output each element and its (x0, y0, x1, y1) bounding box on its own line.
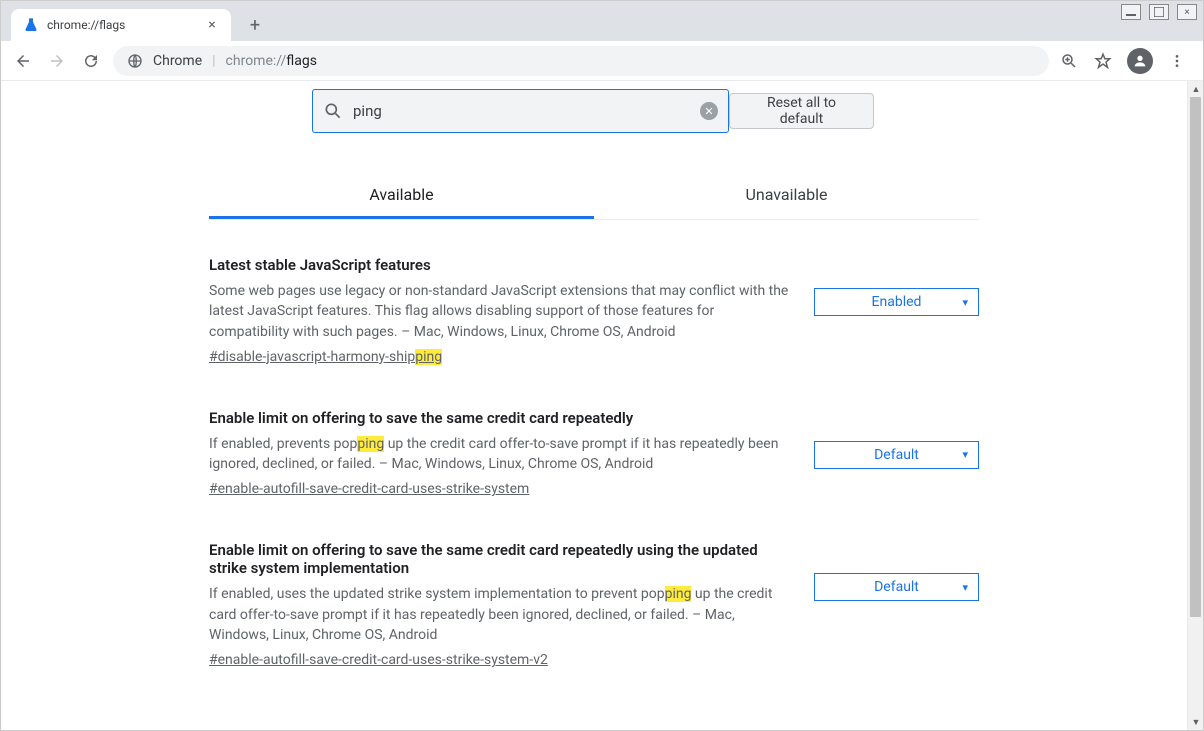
tab-title: chrome://flags (47, 18, 205, 32)
forward-button[interactable] (45, 49, 69, 73)
window-controls: × (1121, 4, 1197, 20)
flag-description: If enabled, prevents popping up the cred… (209, 434, 794, 475)
flask-icon (23, 17, 39, 33)
url-text: chrome://flags (226, 53, 317, 69)
flag-item: Latest stable JavaScript features Some we… (209, 256, 979, 365)
flag-select[interactable]: Enabled (814, 288, 979, 316)
scroll-thumb[interactable] (1190, 97, 1201, 617)
flag-title: Latest stable JavaScript features (209, 256, 794, 274)
search-box[interactable]: ✕ (312, 89, 729, 133)
browser-tab[interactable]: chrome://flags × (11, 9, 231, 41)
page-content: ✕ Reset all to default Available Unavail… (1, 81, 1187, 730)
flag-title: Enable limit on offering to save the sam… (209, 541, 794, 577)
maximize-icon[interactable] (1149, 4, 1169, 20)
new-tab-button[interactable]: + (241, 11, 269, 39)
profile-avatar[interactable] (1127, 48, 1153, 74)
flag-select[interactable]: Default (814, 573, 979, 601)
reload-button[interactable] (79, 49, 103, 73)
address-bar[interactable]: Chrome | chrome://flags (113, 46, 1049, 76)
flags-list: Latest stable JavaScript features Some we… (209, 220, 979, 668)
window-close-icon[interactable]: × (1177, 4, 1197, 20)
flag-description: If enabled, uses the updated strike syst… (209, 584, 794, 645)
flag-select[interactable]: Default (814, 441, 979, 469)
close-icon[interactable]: × (205, 18, 219, 32)
star-icon[interactable] (1093, 51, 1113, 71)
flag-description: Some web pages use legacy or non-standar… (209, 281, 794, 342)
flag-item: Enable limit on offering to save the sam… (209, 409, 979, 498)
scroll-up-icon[interactable]: ▲ (1188, 81, 1204, 97)
flag-permalink[interactable]: #enable-autofill-save-credit-card-uses-s… (209, 481, 529, 497)
tabs-row: Available Unavailable (209, 173, 979, 220)
zoom-icon[interactable] (1059, 51, 1079, 71)
tab-available[interactable]: Available (209, 173, 594, 219)
reset-button[interactable]: Reset all to default (729, 93, 874, 129)
globe-icon (127, 53, 143, 69)
menu-icon[interactable] (1167, 51, 1187, 71)
scroll-down-icon[interactable]: ▼ (1188, 714, 1204, 730)
scrollbar[interactable]: ▲ ▼ (1187, 81, 1203, 730)
toolbar: Chrome | chrome://flags (1, 41, 1203, 81)
search-icon (323, 101, 343, 121)
search-row: ✕ Reset all to default (104, 81, 1084, 145)
clear-icon[interactable]: ✕ (700, 102, 718, 120)
minimize-icon[interactable] (1121, 4, 1141, 20)
back-button[interactable] (11, 49, 35, 73)
flag-title: Enable limit on offering to save the sam… (209, 409, 794, 427)
flag-permalink[interactable]: #disable-javascript-harmony-shipping (209, 349, 442, 365)
chrome-label: Chrome (153, 53, 202, 69)
search-input[interactable] (353, 102, 700, 120)
tab-unavailable[interactable]: Unavailable (594, 173, 979, 219)
toolbar-right (1059, 48, 1193, 74)
flag-permalink[interactable]: #enable-autofill-save-credit-card-uses-s… (209, 652, 548, 668)
titlebar: chrome://flags × + × (1, 1, 1203, 41)
flag-item: Enable limit on offering to save the sam… (209, 541, 979, 668)
